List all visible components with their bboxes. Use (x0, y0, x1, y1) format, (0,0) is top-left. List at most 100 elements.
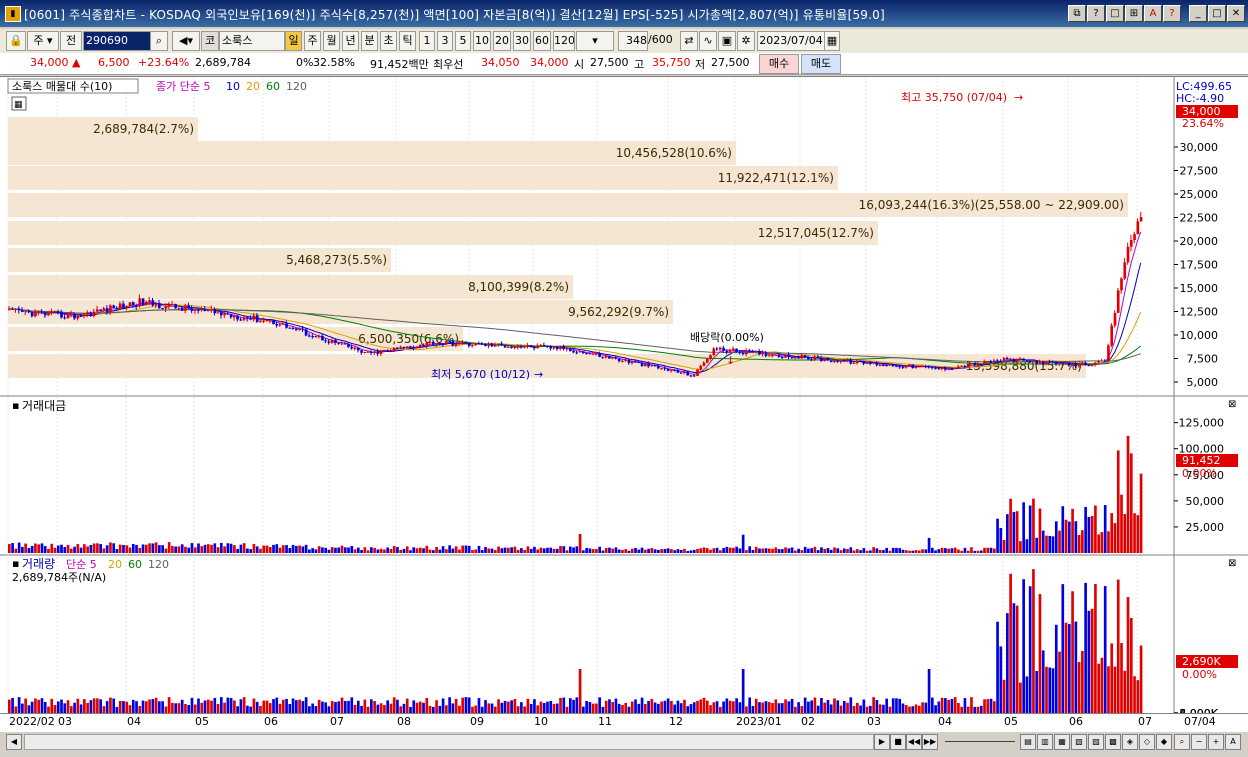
candle-body (350, 346, 354, 349)
close-button[interactable]: ✕ (1227, 5, 1245, 22)
font-icon[interactable]: A (1144, 5, 1162, 22)
buy-button[interactable]: 매수 (759, 54, 799, 74)
pause-icon[interactable]: ■ (890, 734, 906, 750)
period-button-4[interactable]: 분 (361, 31, 378, 51)
period-button-6[interactable]: 틱 (399, 31, 416, 51)
period-button-1[interactable]: 주 (304, 31, 321, 51)
interval-button-120[interactable]: 120 (553, 31, 575, 51)
candle-body (882, 364, 885, 366)
volume-bar (11, 697, 14, 713)
amount-bar (800, 550, 804, 553)
interval-button-60[interactable]: 60 (533, 31, 551, 51)
scroll-track[interactable] (24, 734, 874, 750)
save-icon[interactable]: ▣ (718, 31, 736, 51)
tool-5-icon[interactable]: ▨ (1088, 734, 1104, 750)
link-icon[interactable]: ⧉ (1068, 5, 1086, 22)
lock-icon[interactable]: 🔒 (6, 31, 26, 51)
amount-close-icon[interactable]: ⊠ (1228, 399, 1236, 410)
volume-bar (161, 701, 164, 713)
tool-7-icon[interactable]: ◈ (1122, 734, 1138, 750)
minimize-button[interactable]: _ (1189, 5, 1207, 22)
chart-area[interactable]: 2,689,784(2.7%) 10,456,528(10.6%) 11,922,4… (0, 76, 1248, 720)
code-input[interactable]: 290690 (83, 31, 151, 51)
candle-body (565, 348, 569, 350)
candle-body (790, 357, 794, 359)
candle-body (683, 371, 686, 374)
step-forward-icon[interactable]: ▶▶ (922, 734, 938, 750)
prev-button[interactable]: 전 (60, 31, 82, 51)
zoom-out-icon[interactable]: − (1191, 734, 1207, 750)
candle-body (89, 312, 93, 316)
scroll-right-icon[interactable]: ▶ (874, 734, 890, 750)
tool-9-icon[interactable]: ◆ (1156, 734, 1172, 750)
volume-bar (650, 698, 654, 713)
volume-bar (197, 698, 200, 713)
interval-dropdown[interactable]: ▾ (576, 31, 614, 51)
volume-bar (144, 701, 148, 713)
amount-bar (1100, 532, 1104, 553)
period-button-3[interactable]: 년 (342, 31, 359, 51)
sell-button[interactable]: 매도 (801, 54, 841, 74)
interval-button-5[interactable]: 5 (455, 31, 471, 51)
candle-body (190, 308, 194, 311)
chart-line-icon[interactable]: ∿ (699, 31, 717, 51)
volume-bar (229, 698, 233, 713)
candle-body (761, 352, 765, 355)
question-icon[interactable]: ? (1163, 5, 1181, 22)
amount-bar (177, 546, 181, 553)
amount-bar (882, 550, 885, 553)
zoom-search-icon[interactable]: ⌕ (1174, 734, 1190, 750)
stock-name-field[interactable]: 소룩스 (219, 31, 285, 51)
amount-bar (454, 546, 458, 553)
font-size-icon[interactable]: A (1225, 734, 1241, 750)
search-icon[interactable]: ⌕ (150, 31, 168, 51)
date-field[interactable]: 2023/07/04 (757, 31, 825, 51)
maximize-button[interactable]: □ (1208, 5, 1226, 22)
stock-chart[interactable]: 2,689,784(2.7%) 10,456,528(10.6%) 11,922,4… (0, 77, 1248, 720)
candle-body (934, 367, 937, 369)
amount-bar (493, 550, 497, 553)
type-select[interactable]: 주 ▾ (27, 31, 59, 51)
zoom-slider[interactable] (945, 741, 1015, 742)
period-button-2[interactable]: 월 (323, 31, 340, 51)
volume-bar (630, 701, 634, 713)
candle-body (141, 298, 145, 305)
tool-2-icon[interactable]: ▥ (1037, 734, 1053, 750)
amount-bar (425, 545, 429, 553)
scroll-bar[interactable]: ◀ ▶ ■ ◀◀ ▶▶ ▤ ▥ ▦ ▧ ▨ ▩ ◈ ◇ ◆ ⌕ − + A (0, 731, 1248, 752)
tool-icon[interactable]: ⇄ (680, 31, 698, 51)
tool-6-icon[interactable]: ▩ (1105, 734, 1121, 750)
volume-bar (1019, 682, 1022, 713)
candle-body (1100, 360, 1104, 362)
zoom-in-icon[interactable]: + (1208, 734, 1224, 750)
interval-button-3[interactable]: 3 (437, 31, 453, 51)
grid-icon[interactable]: ⊞ (1125, 5, 1143, 22)
interval-button-30[interactable]: 30 (513, 31, 531, 51)
tool-4-icon[interactable]: ▧ (1071, 734, 1087, 750)
count-input[interactable]: 348 (618, 31, 648, 51)
window-icon[interactable]: □ (1106, 5, 1124, 22)
settings-icon[interactable]: ✲ (737, 31, 755, 51)
amount-bar (1133, 513, 1136, 553)
scroll-left-icon[interactable]: ◀ (6, 734, 22, 750)
speaker-icon[interactable]: ◀▾ (172, 31, 200, 51)
period-button-0[interactable]: 일 (285, 31, 302, 51)
interval-button-10[interactable]: 10 (473, 31, 491, 51)
candle-body (842, 360, 846, 362)
amount-bar (47, 548, 50, 553)
candle-body (931, 367, 934, 369)
calendar-icon[interactable]: ▦ (824, 31, 840, 51)
tool-3-icon[interactable]: ▦ (1054, 734, 1070, 750)
volume-bar (696, 700, 699, 713)
period-button-5[interactable]: 초 (380, 31, 397, 51)
candle-body (86, 312, 89, 315)
interval-button-20[interactable]: 20 (493, 31, 511, 51)
help-icon[interactable]: ? (1087, 5, 1105, 22)
amount-bar (164, 548, 168, 553)
tool-8-icon[interactable]: ◇ (1139, 734, 1155, 750)
tool-1-icon[interactable]: ▤ (1020, 734, 1036, 750)
step-back-icon[interactable]: ◀◀ (906, 734, 922, 750)
volume-close-icon[interactable]: ⊠ (1228, 558, 1236, 569)
interval-button-1[interactable]: 1 (419, 31, 435, 51)
amount-bar (138, 547, 142, 553)
